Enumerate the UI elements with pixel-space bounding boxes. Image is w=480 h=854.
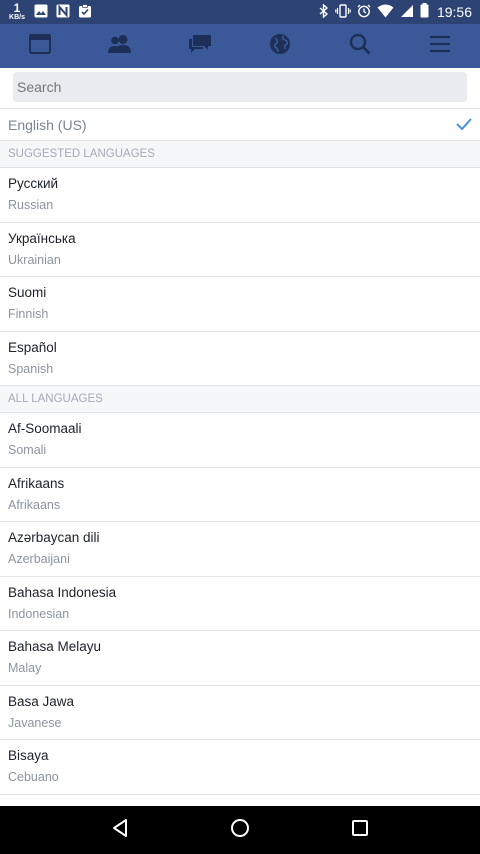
language-native-name: Bahasa Indonesia xyxy=(8,584,117,600)
system-nav-bar xyxy=(0,806,480,854)
clipboard-check-icon xyxy=(78,3,92,21)
wifi-icon xyxy=(377,4,394,21)
menu-icon xyxy=(429,35,451,58)
language-english-name: Malay xyxy=(8,661,42,675)
alarm-icon xyxy=(357,4,371,21)
n-app-icon xyxy=(56,3,70,21)
language-row-ukrainian[interactable]: Українська Ukrainian xyxy=(0,223,480,277)
search-icon xyxy=(349,33,371,60)
language-english-name: Russian xyxy=(8,198,54,212)
language-row-malay[interactable]: Bahasa Melayu Malay xyxy=(0,631,480,686)
current-language-row[interactable]: English (US) xyxy=(0,108,480,141)
nav-notifications-globe[interactable] xyxy=(240,24,320,68)
language-row-indonesian[interactable]: Bahasa Indonesia Indonesian xyxy=(0,577,480,631)
language-native-name: Bahasa Melayu xyxy=(8,639,102,654)
language-row-russian[interactable]: Русский Russian xyxy=(0,168,480,223)
language-english-name: Finnish xyxy=(8,307,49,321)
home-circle-icon xyxy=(230,818,250,843)
status-bar: 1 KB/s 19:56 xyxy=(0,0,480,24)
language-row-afrikaans[interactable]: Afrikaans Afrikaans xyxy=(0,468,480,522)
back-triangle-icon xyxy=(111,818,129,843)
home-button[interactable] xyxy=(210,806,270,854)
language-native-name: Bisaya xyxy=(8,748,49,763)
back-button[interactable] xyxy=(90,806,150,854)
language-native-name: Afrikaans xyxy=(8,475,65,491)
network-speed-value: 1 xyxy=(13,0,21,15)
network-speed: 1 KB/s xyxy=(8,0,26,22)
recents-button[interactable] xyxy=(330,806,390,854)
language-english-name: Javanese xyxy=(8,715,62,730)
nav-news-feed[interactable] xyxy=(0,24,80,68)
language-native-name: Basa Jawa xyxy=(8,693,75,709)
all-languages-header: ALL LANGUAGES xyxy=(0,386,480,413)
bluetooth-icon xyxy=(319,2,329,21)
image-icon xyxy=(34,4,48,21)
language-native-name: Українська xyxy=(8,230,76,246)
language-row-spanish[interactable]: Español Spanish xyxy=(0,332,480,386)
language-english-name: Cebuano xyxy=(8,770,59,784)
language-row-somali[interactable]: Af-Soomaali Somali xyxy=(0,413,480,468)
nav-search[interactable] xyxy=(320,24,400,68)
language-english-name: Ukrainian xyxy=(8,252,61,267)
current-language-label: English (US) xyxy=(8,116,87,133)
battery-icon xyxy=(420,3,429,21)
suggested-languages-header: SUGGESTED LANGUAGES xyxy=(0,141,480,168)
language-english-name: Afrikaans xyxy=(8,497,61,512)
search-input[interactable] xyxy=(13,72,467,102)
language-native-name: Azərbaycan dili xyxy=(8,530,100,545)
language-list-page: English (US) SUGGESTED LANGUAGES Русский… xyxy=(0,68,480,806)
language-native-name: Русский xyxy=(8,176,59,191)
network-speed-unit: KB/s xyxy=(9,13,25,21)
language-english-name: Azerbaijani xyxy=(8,552,70,566)
language-row-finnish[interactable]: Suomi Finnish xyxy=(0,277,480,332)
search-bar xyxy=(0,68,480,108)
language-english-name: Spanish xyxy=(8,361,54,376)
language-native-name: Af-Soomaali xyxy=(8,421,82,436)
language-english-name: Somali xyxy=(8,443,47,457)
nav-menu[interactable] xyxy=(400,24,480,68)
language-row-azerbaijani[interactable]: Azərbaycan dili Azerbaijani xyxy=(0,522,480,577)
language-native-name: Español xyxy=(8,339,57,355)
vibrate-icon xyxy=(335,3,351,21)
top-nav-bar xyxy=(0,24,480,68)
language-row-cebuano[interactable]: Bisaya Cebuano xyxy=(0,740,480,795)
news-feed-icon xyxy=(29,33,51,59)
signal-icon xyxy=(400,4,414,21)
globe-icon xyxy=(269,33,291,60)
nav-messages[interactable] xyxy=(160,24,240,68)
checkmark-icon xyxy=(456,117,472,133)
recents-square-icon xyxy=(351,819,369,842)
clock: 19:56 xyxy=(436,4,472,20)
friends-icon xyxy=(107,34,133,59)
messages-icon xyxy=(187,34,213,59)
nav-friends[interactable] xyxy=(80,24,160,68)
language-native-name: Suomi xyxy=(8,285,47,300)
language-row-javanese[interactable]: Basa Jawa Javanese xyxy=(0,686,480,740)
language-english-name: Indonesian xyxy=(8,606,70,621)
